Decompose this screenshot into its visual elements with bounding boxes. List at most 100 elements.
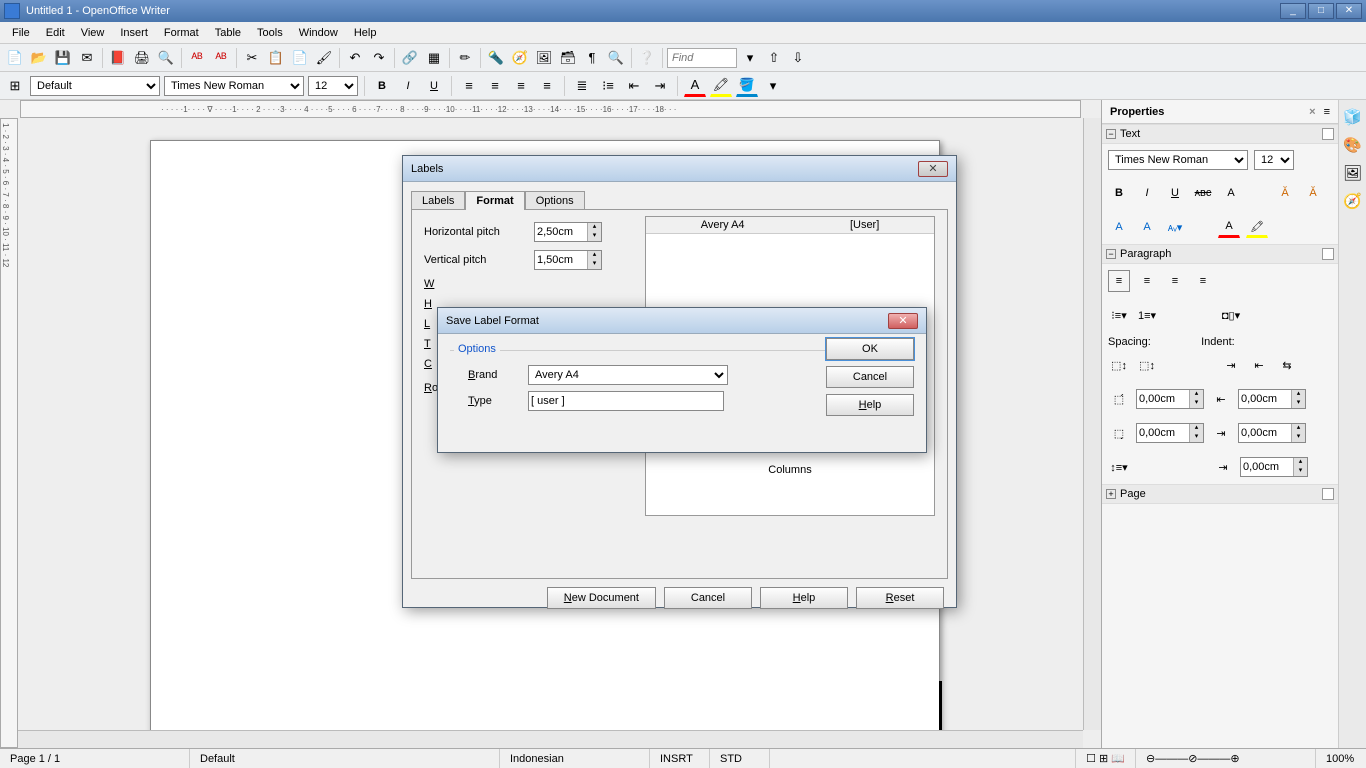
zoom-value[interactable]: 100% [1316, 749, 1366, 768]
menu-format[interactable]: Format [156, 25, 207, 41]
help-icon[interactable]: ❔ [636, 47, 658, 69]
menu-insert[interactable]: Insert [112, 25, 156, 41]
undo-icon[interactable]: ↶ [344, 47, 366, 69]
line-spacing-icon[interactable]: ↕≡▾ [1108, 456, 1130, 478]
datasource-icon[interactable]: 🗃 [557, 47, 579, 69]
zoom-icon[interactable]: 🔍 [605, 47, 627, 69]
grow-font-icon[interactable]: Ă [1274, 182, 1296, 204]
expand-icon[interactable]: + [1106, 489, 1116, 499]
find-next-icon[interactable]: ⇩ [787, 47, 809, 69]
ok-button[interactable]: OK [826, 338, 914, 360]
font-color-side-icon[interactable]: A [1218, 216, 1240, 238]
email-icon[interactable]: ✉ [76, 47, 98, 69]
firstline-indent-icon[interactable]: ⇥ [1212, 456, 1234, 478]
print-icon[interactable]: 🖨 [131, 47, 153, 69]
left-indent-input[interactable]: ▴▾ [1238, 389, 1306, 409]
labels-close-icon[interactable]: ✕ [918, 161, 948, 177]
section-text-header[interactable]: − Text [1102, 124, 1338, 144]
dec-indent-icon[interactable]: ⇤ [1248, 354, 1270, 376]
hanging-indent-icon[interactable]: ⇆ [1276, 354, 1298, 376]
vertical-ruler[interactable]: 1 · 2 · 3 · 4 · 5 · 6 · 7 · 8 · 9 · 10 ·… [0, 118, 18, 748]
bg-color-icon[interactable]: 🪣 [736, 75, 758, 97]
find-prev-icon[interactable]: ⇧ [763, 47, 785, 69]
indent-dec-icon[interactable]: ⇤ [623, 75, 645, 97]
labels-dialog-title-bar[interactable]: Labels ✕ [403, 156, 956, 182]
draw-icon[interactable]: ✏ [454, 47, 476, 69]
left-indent-icon[interactable]: ⇤ [1210, 388, 1232, 410]
pdf-icon[interactable]: 📕 [107, 47, 129, 69]
font-color-icon[interactable]: A [684, 75, 706, 97]
table-icon[interactable]: ▦ [423, 47, 445, 69]
vert-pitch-input[interactable]: ▴▾ [534, 250, 602, 270]
underline-icon[interactable]: U [1164, 182, 1186, 204]
italic-icon[interactable]: I [1136, 182, 1158, 204]
align-left-icon[interactable]: ≡ [458, 75, 480, 97]
menu-window[interactable]: Window [291, 25, 346, 41]
align-center-icon[interactable]: ≡ [484, 75, 506, 97]
zoom-slider[interactable]: ⊖———⊘———⊕ [1136, 749, 1316, 768]
font-size-side-select[interactable]: 12 [1254, 150, 1294, 170]
numbering-icon[interactable]: ≣ [571, 75, 593, 97]
above-spacing-input[interactable]: ▴▾ [1136, 389, 1204, 409]
indent-inc-icon[interactable]: ⇥ [649, 75, 671, 97]
status-style[interactable]: Default [190, 749, 500, 768]
align-right-icon[interactable]: ≡ [510, 75, 532, 97]
horiz-pitch-input[interactable]: ▴▾ [534, 222, 602, 242]
new-document-button[interactable]: New Document [547, 587, 656, 609]
more-options-icon[interactable] [1322, 128, 1334, 140]
open-icon[interactable]: 📂 [28, 47, 50, 69]
close-panel-icon[interactable]: × [1309, 106, 1315, 118]
cancel-button[interactable]: Cancel [826, 366, 914, 388]
save-dialog-title-bar[interactable]: Save Label Format ✕ [438, 308, 926, 334]
menu-table[interactable]: Table [207, 25, 249, 41]
subscript-icon[interactable]: A [1136, 216, 1158, 238]
inc-spacing-icon[interactable]: ⬚↕ [1108, 354, 1130, 376]
type-input[interactable] [528, 391, 724, 411]
status-language[interactable]: Indonesian [500, 749, 650, 768]
redo-icon[interactable]: ↷ [368, 47, 390, 69]
section-page-header[interactable]: + Page [1102, 484, 1338, 504]
navigator-icon[interactable]: 🧭 [509, 47, 531, 69]
below-spacing-icon[interactable]: ⬚̣ [1108, 422, 1130, 444]
styles-icon[interactable]: ⊞ [4, 75, 26, 97]
above-spacing-icon[interactable]: ⬚́ [1108, 388, 1130, 410]
bold-icon[interactable]: B [1108, 182, 1130, 204]
cut-icon[interactable]: ✂ [241, 47, 263, 69]
brand-select[interactable]: Avery A4 [528, 365, 728, 385]
gallery-icon[interactable]: 🖼 [533, 47, 555, 69]
section-paragraph-header[interactable]: − Paragraph [1102, 244, 1338, 264]
menu-tools[interactable]: Tools [249, 25, 291, 41]
menu-file[interactable]: File [4, 25, 38, 41]
toolbar-more-icon[interactable]: ▾ [762, 75, 784, 97]
tab-options[interactable]: Options [525, 191, 585, 210]
spellcheck-icon[interactable]: ᴬᴮ [186, 47, 208, 69]
hyperlink-icon[interactable]: 🔗 [399, 47, 421, 69]
panel-menu-icon[interactable]: ≡ [1324, 106, 1330, 118]
maximize-button[interactable]: □ [1308, 3, 1334, 19]
find-icon[interactable]: 🔦 [485, 47, 507, 69]
status-view-icons[interactable]: ☐ ⊞ 📖 [1076, 749, 1136, 768]
menu-view[interactable]: View [73, 25, 113, 41]
highlight-side-icon[interactable]: 🖍 [1246, 216, 1268, 238]
gallery-tab-icon[interactable]: 🖼 [1343, 164, 1363, 184]
nonprinting-icon[interactable]: ¶ [581, 47, 603, 69]
preview-icon[interactable]: 🔍 [155, 47, 177, 69]
more-options-icon[interactable] [1322, 488, 1334, 500]
numbering-side-icon[interactable]: 1≡▾ [1136, 304, 1158, 326]
inc-indent-icon[interactable]: ⇥ [1220, 354, 1242, 376]
highlight-icon[interactable]: 🖍 [710, 75, 732, 97]
help-button[interactable]: Help [760, 587, 848, 609]
horizontal-ruler[interactable]: · · · · ·1· · · · ∇ · · · ·1· · · · 2 · … [20, 100, 1081, 118]
status-insert[interactable]: INSRT [650, 749, 710, 768]
help-button[interactable]: Help [826, 394, 914, 416]
new-doc-icon[interactable]: 📄 [4, 47, 26, 69]
copy-icon[interactable]: 📋 [265, 47, 287, 69]
char-spacing-icon[interactable]: ᴀᵥ▾ [1164, 216, 1186, 238]
align-justify-icon[interactable]: ≡ [1192, 270, 1214, 292]
paragraph-style-select[interactable]: Default [30, 76, 160, 96]
bullets-icon[interactable]: ⁝≡ [597, 75, 619, 97]
align-justify-icon[interactable]: ≡ [536, 75, 558, 97]
font-name-select[interactable]: Times New Roman [164, 76, 304, 96]
para-bg-icon[interactable]: ◘▯▾ [1220, 304, 1242, 326]
font-name-side-select[interactable]: Times New Roman [1108, 150, 1248, 170]
